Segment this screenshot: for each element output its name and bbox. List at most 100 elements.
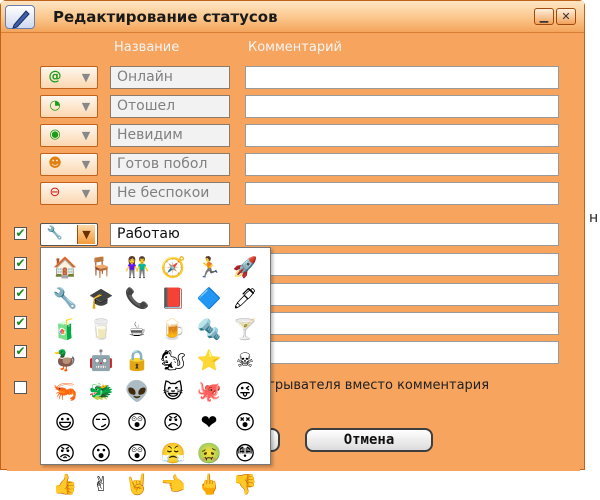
- status-name-input[interactable]: Работаю: [110, 223, 230, 246]
- icon-option-29[interactable]: 🐲: [83, 376, 119, 407]
- icon-picker-popup: 🏠 🪑 👫 🧭 🏃 🚀 🔧 🎓 📞 📕 🔷 🖊 🧃 🥛 ☕ 🍺 🔩 🍸 🦆 🤖 🔒 🐿 ⭐ ☠ 🦐 🐲 👽 😺 🐙 😜 😃 😏 😲 😠 ❤ 😵 😡 😮 😲 😤…: [40, 247, 271, 496]
- enable-checkbox[interactable]: ✔: [14, 287, 27, 300]
- icon-option-28[interactable]: 🦐: [47, 376, 83, 407]
- icon-option-45[interactable]: 😤: [155, 438, 191, 469]
- icon-dropdown[interactable]: ⊖ ▼: [40, 182, 98, 205]
- status-name-field: Готов побол: [110, 153, 230, 176]
- close-button[interactable]: ✕: [556, 8, 576, 25]
- icon-option-14[interactable]: 🧃: [47, 314, 83, 345]
- status-comment-field[interactable]: [245, 283, 559, 306]
- icon-option-21[interactable]: 🦆: [47, 345, 83, 376]
- status-comment-field[interactable]: [245, 124, 559, 147]
- icon-option-51[interactable]: 🤘: [119, 469, 155, 500]
- icon-dropdown[interactable]: 🔧 ▼: [40, 223, 98, 246]
- icon-dropdown[interactable]: ☻ ▼: [40, 153, 98, 176]
- status-dnd-icon: ⊖: [49, 185, 61, 200]
- status-comment-field[interactable]: [245, 341, 559, 364]
- icon-option-37[interactable]: 😲: [119, 407, 155, 438]
- icon-option-19[interactable]: 🍸: [227, 314, 263, 345]
- chevron-down-icon: ▼: [81, 129, 91, 142]
- icon-option-17[interactable]: 🍺: [155, 314, 191, 345]
- icon-option-9[interactable]: 📞: [119, 283, 155, 314]
- status-row-online: @ ▼ Онлайн: [0, 65, 600, 89]
- icon-option-23[interactable]: 🔒: [119, 345, 155, 376]
- chevron-down-icon: ▼: [81, 100, 91, 113]
- icon-option-52[interactable]: 👈: [155, 469, 191, 500]
- icon-dropdown[interactable]: ◉ ▼: [40, 124, 98, 147]
- icon-option-15[interactable]: 🥛: [83, 314, 119, 345]
- enable-checkbox[interactable]: ✔: [14, 345, 27, 358]
- column-header-comment: Комментарий: [248, 40, 342, 55]
- enable-checkbox[interactable]: ✔: [14, 257, 27, 270]
- status-name-field: Невидим: [110, 124, 230, 147]
- icon-option-35[interactable]: 😃: [47, 407, 83, 438]
- icon-option-39[interactable]: ❤: [191, 407, 227, 438]
- chevron-down-icon[interactable]: ▼: [77, 225, 95, 244]
- icon-option-42[interactable]: 😡: [47, 438, 83, 469]
- icon-option-32[interactable]: 🐙: [191, 376, 227, 407]
- status-row-away: ◔ ▼ Отошел: [0, 94, 600, 118]
- icon-option-40[interactable]: 😵: [227, 407, 263, 438]
- icon-dropdown[interactable]: ◔ ▼: [40, 95, 98, 118]
- enable-checkbox[interactable]: ✔: [14, 227, 27, 240]
- status-name-field: Онлайн: [110, 66, 230, 89]
- minimize-button[interactable]: ▁: [534, 8, 554, 25]
- icon-option-16[interactable]: ☕: [119, 314, 155, 345]
- icon-option-49[interactable]: 👍: [47, 469, 83, 500]
- status-comment-field[interactable]: [245, 95, 559, 118]
- icon-option-3[interactable]: 🧭: [155, 252, 191, 283]
- custom-status-row: ✔ 🔧 ▼ Работаю: [0, 222, 600, 246]
- icon-option-1[interactable]: 🪑: [83, 252, 119, 283]
- status-comment-field[interactable]: [245, 182, 559, 205]
- icon-option-11[interactable]: 🔷: [191, 283, 227, 314]
- window-title: Редактирование статусов: [53, 8, 278, 26]
- status-comment-field[interactable]: [245, 66, 559, 89]
- icon-option-30[interactable]: 👽: [119, 376, 155, 407]
- icon-option-43[interactable]: 😮: [83, 438, 119, 469]
- icon-option-0[interactable]: 🏠: [47, 252, 83, 283]
- status-invisible-icon: ◉: [49, 127, 61, 142]
- status-comment-field[interactable]: [245, 312, 559, 335]
- icon-option-2[interactable]: 👫: [119, 252, 155, 283]
- icon-option-25[interactable]: ⭐: [191, 345, 227, 376]
- icon-option-4[interactable]: 🏃: [191, 252, 227, 283]
- background-text-fragment: н: [589, 210, 599, 226]
- icon-option-18[interactable]: 🔩: [191, 314, 227, 345]
- icon-option-47[interactable]: 😳: [227, 438, 263, 469]
- status-name-field: Не беспокои: [110, 182, 230, 205]
- pencil-icon: [5, 5, 35, 29]
- status-comment-field[interactable]: [245, 223, 559, 246]
- icon-option-7[interactable]: 🔧: [47, 283, 83, 314]
- enable-checkbox[interactable]: ✔: [14, 316, 27, 329]
- icon-option-24[interactable]: 🐿: [155, 345, 191, 376]
- icon-option-53[interactable]: 🖕: [191, 469, 227, 500]
- chevron-down-icon: ▼: [81, 187, 91, 200]
- icon-option-22[interactable]: 🤖: [83, 345, 119, 376]
- icon-grid: 🏠 🪑 👫 🧭 🏃 🚀 🔧 🎓 📞 📕 🔷 🖊 🧃 🥛 ☕ 🍺 🔩 🍸 🦆 🤖 🔒 🐿 ⭐ ☠ 🦐 🐲 👽 😺 🐙 😜 😃 😏 😲 😠 ❤ 😵 😡 😮 😲 😤…: [47, 252, 263, 500]
- icon-option-8[interactable]: 🎓: [83, 283, 119, 314]
- icon-option-38[interactable]: 😠: [155, 407, 191, 438]
- cancel-button[interactable]: Отмена: [305, 428, 433, 452]
- status-comment-field[interactable]: [245, 253, 559, 276]
- status-free-for-chat-icon: ☻: [48, 156, 62, 171]
- icon-option-46[interactable]: 🤢: [191, 438, 227, 469]
- status-name-field: Отошел: [110, 95, 230, 118]
- icon-option-10[interactable]: 📕: [155, 283, 191, 314]
- icon-option-31[interactable]: 😺: [155, 376, 191, 407]
- icon-option-12[interactable]: 🖊: [227, 283, 263, 314]
- icon-dropdown[interactable]: @ ▼: [40, 66, 98, 89]
- status-online-icon: @: [48, 69, 62, 84]
- icon-option-5[interactable]: 🚀: [227, 252, 263, 283]
- wrench-icon: 🔧: [46, 226, 64, 241]
- option-label: грывателя вместо комментария: [268, 378, 490, 393]
- icon-option-33[interactable]: 😜: [227, 376, 263, 407]
- status-away-icon: ◔: [49, 98, 61, 113]
- icon-option-36[interactable]: 😏: [83, 407, 119, 438]
- icon-option-44[interactable]: 😲: [119, 438, 155, 469]
- status-comment-field[interactable]: [245, 153, 559, 176]
- icon-option-54[interactable]: 👎: [227, 469, 263, 500]
- status-row-invisible: ◉ ▼ Невидим: [0, 123, 600, 147]
- icon-option-50[interactable]: ✌: [83, 469, 119, 500]
- option-checkbox[interactable]: [14, 381, 27, 394]
- icon-option-26[interactable]: ☠: [227, 345, 263, 376]
